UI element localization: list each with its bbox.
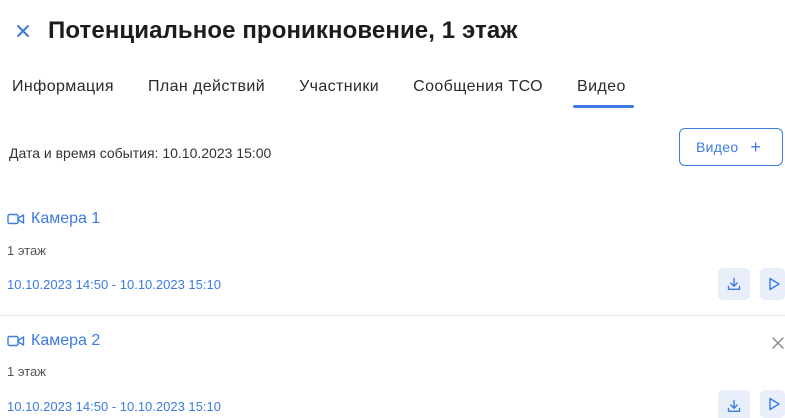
play-icon <box>769 397 780 411</box>
download-icon <box>727 277 741 290</box>
tab-bar: Информация План действий Участники Сообщ… <box>12 70 660 108</box>
download-button[interactable] <box>718 268 750 300</box>
video-camera-icon <box>7 212 25 226</box>
camera-name: Камера 2 <box>31 332 101 349</box>
camera-time-range: 10.10.2023 14:50 - 10.10.2023 15:10 <box>7 277 221 292</box>
close-button[interactable] <box>12 20 34 42</box>
camera-name: Камера 1 <box>31 210 101 227</box>
download-button[interactable] <box>718 390 750 418</box>
camera-floor: 1 этаж <box>7 364 46 379</box>
camera-2-link[interactable]: Камера 2 <box>7 332 100 350</box>
event-datetime: Дата и время события: 10.10.2023 15:00 <box>9 145 272 161</box>
play-icon <box>769 277 780 291</box>
divider <box>0 315 785 316</box>
play-button[interactable] <box>760 390 785 418</box>
tab-information[interactable]: Информация <box>12 70 114 104</box>
add-video-button[interactable]: Видео + <box>679 128 783 166</box>
download-icon <box>727 399 741 412</box>
video-camera-icon <box>7 334 25 348</box>
add-video-label: Видео <box>696 139 739 155</box>
remove-camera-button[interactable] <box>770 335 785 351</box>
plus-icon: + <box>750 137 762 157</box>
camera-floor: 1 этаж <box>7 243 46 258</box>
close-icon <box>772 337 784 349</box>
close-icon <box>17 25 29 37</box>
tab-video[interactable]: Видео <box>573 70 634 108</box>
page-title: Потенциальное проникновение, 1 этаж <box>48 17 518 44</box>
page-header: Потенциальное проникновение, 1 этаж <box>12 14 517 48</box>
play-button[interactable] <box>760 268 785 300</box>
tab-tso-messages[interactable]: Сообщения ТСО <box>413 70 543 104</box>
tab-participants[interactable]: Участники <box>299 70 379 104</box>
tab-action-plan[interactable]: План действий <box>148 70 265 104</box>
camera-time-range: 10.10.2023 14:50 - 10.10.2023 15:10 <box>7 399 221 414</box>
camera-1-link[interactable]: Камера 1 <box>7 210 100 228</box>
